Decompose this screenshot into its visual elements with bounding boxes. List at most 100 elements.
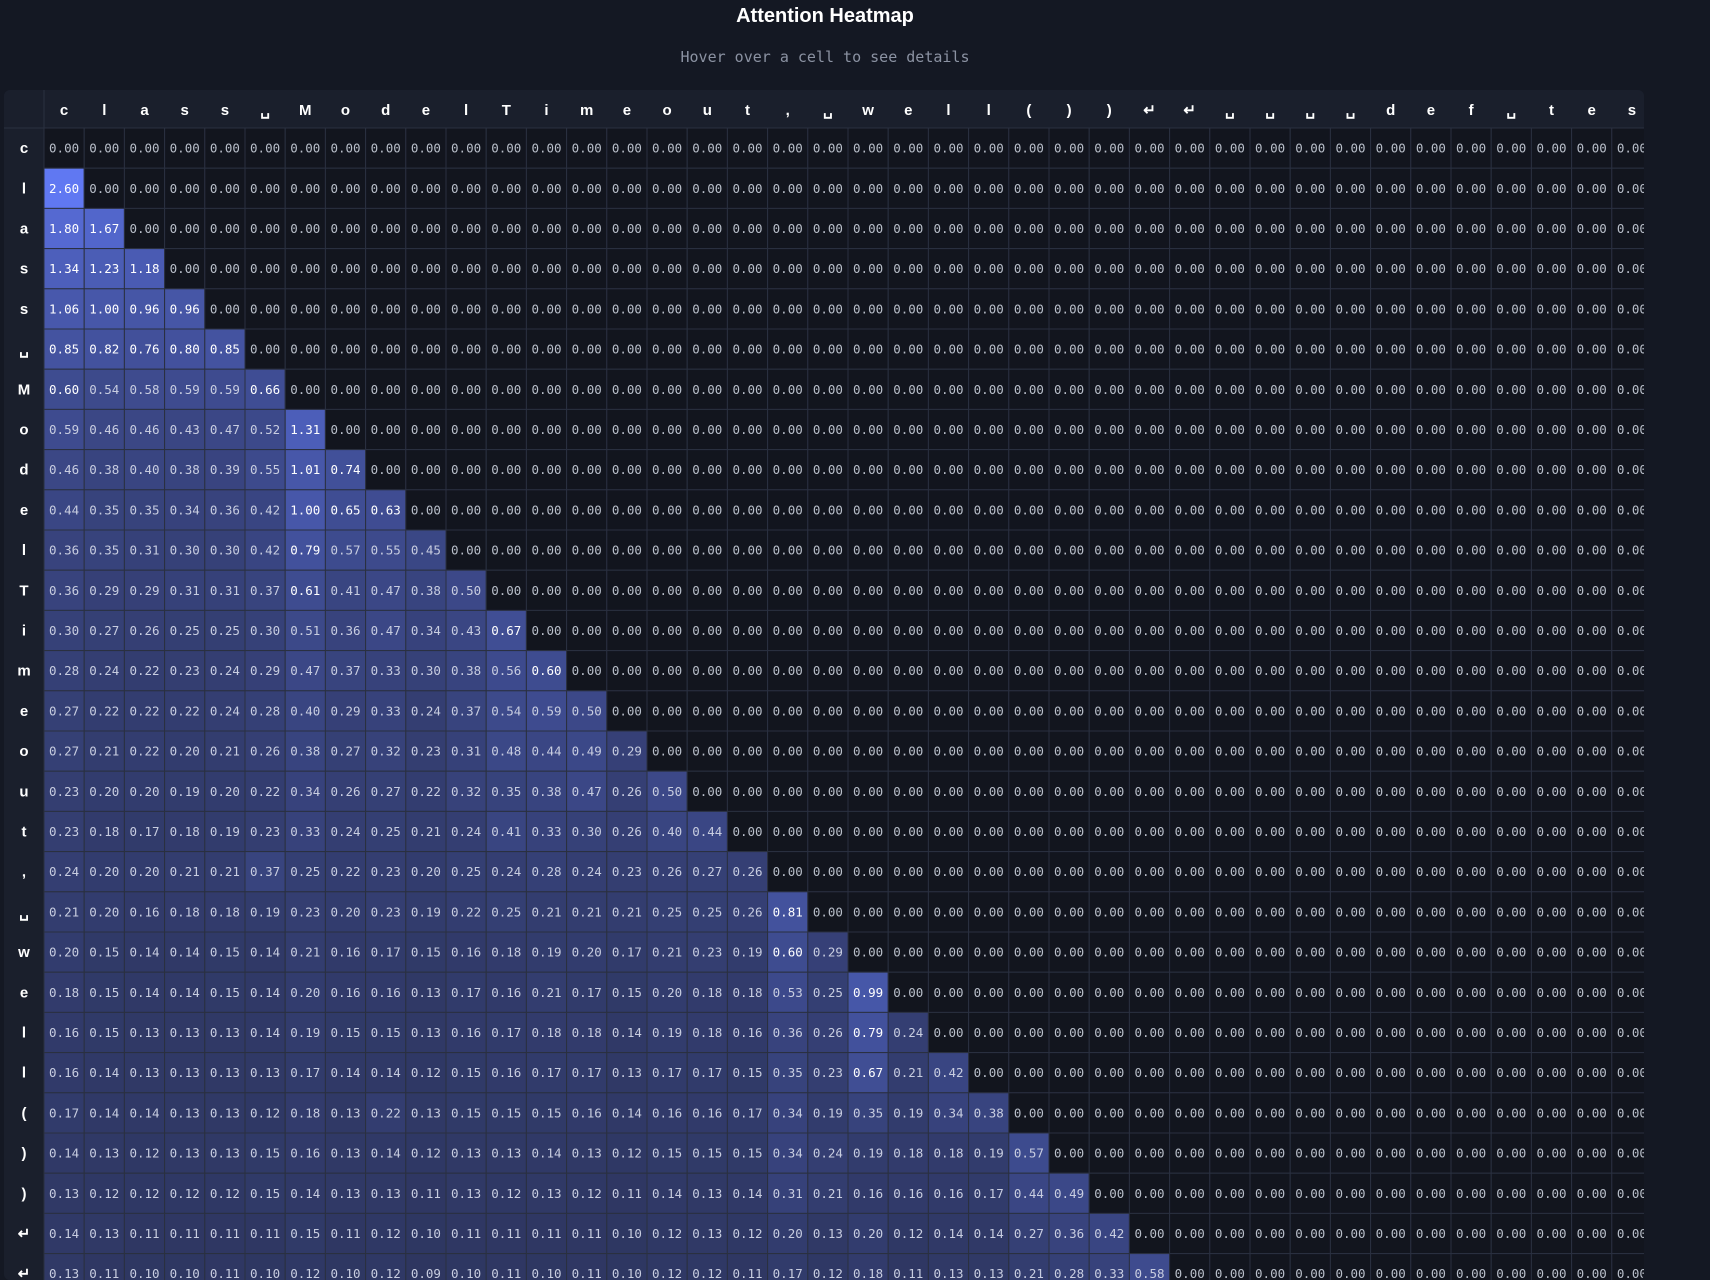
cell-value-label: 0.00	[1617, 985, 1644, 1000]
cell-value-label: 0.14	[732, 1186, 762, 1201]
cell-value-label: 0.00	[893, 985, 923, 1000]
cell-value-label: 0.15	[250, 1186, 280, 1201]
cell-value-label: 0.25	[451, 864, 481, 879]
cell-value-label: 0.00	[1295, 583, 1325, 598]
cell-value-label: 0.00	[933, 502, 963, 517]
cell-value-label: 0.14	[290, 1186, 320, 1201]
cell-value-label: 0.00	[1577, 1105, 1607, 1120]
cell-value-label: 0.00	[1175, 1146, 1205, 1161]
cell-value-label: 0.00	[732, 221, 762, 236]
cell-value-label: 0.00	[933, 663, 963, 678]
cell-value-label: 0.00	[1536, 985, 1566, 1000]
cell-value-label: 0.00	[1134, 422, 1164, 437]
cell-value-label: 0.21	[210, 744, 240, 759]
cell-value-label: 0.27	[330, 744, 360, 759]
cell-value-label: 0.00	[1175, 462, 1205, 477]
cell-value-label: 0.21	[572, 904, 602, 919]
cell-value-label: 0.00	[1335, 1266, 1365, 1280]
cell-value-label: 0.81	[773, 904, 803, 919]
cell-value-label: 0.00	[813, 462, 843, 477]
cell-value-label: 0.00	[371, 181, 401, 196]
cell-value-label: 0.00	[330, 221, 360, 236]
cell-value-label: 0.00	[89, 141, 119, 156]
cell-value-label: 0.00	[1577, 1266, 1607, 1280]
cell-value-label: 0.00	[1416, 1025, 1446, 1040]
cell-value-label: 0.22	[170, 703, 200, 718]
cell-value-label: 0.00	[1496, 703, 1526, 718]
cell-value-label: 0.00	[411, 502, 441, 517]
cell-value-label: 0.00	[1054, 623, 1084, 638]
cell-value-label: 0.00	[1536, 784, 1566, 799]
cell-value-label: 0.00	[1536, 462, 1566, 477]
cell-value-label: 0.00	[1094, 1105, 1124, 1120]
cell-value-label: 0.26	[612, 784, 642, 799]
cell-value-label: 0.00	[853, 864, 883, 879]
cell-value-label: 0.00	[1054, 1146, 1084, 1161]
cell-value-label: 0.38	[411, 583, 441, 598]
cell-value-label: 0.00	[572, 462, 602, 477]
cell-value-label: 0.00	[1094, 904, 1124, 919]
cell-value-label: 0.15	[371, 1025, 401, 1040]
column-label: l	[464, 102, 468, 119]
cell-value-label: 0.60	[49, 382, 79, 397]
cell-value-label: 0.26	[612, 824, 642, 839]
cell-value-label: 0.00	[1255, 502, 1285, 517]
cell-value-label: 0.15	[210, 945, 240, 960]
cell-value-label: 0.18	[853, 1266, 883, 1280]
cell-value-label: 0.00	[1376, 261, 1406, 276]
cell-value-label: 0.19	[893, 1105, 923, 1120]
column-label: l	[946, 102, 950, 119]
cell-value-label: 0.00	[692, 744, 722, 759]
cell-value-label: 0.00	[692, 382, 722, 397]
cell-value-label: 0.21	[652, 945, 682, 960]
cell-value-label: 0.00	[1295, 261, 1325, 276]
cell-value-label: 0.17	[974, 1186, 1004, 1201]
cell-value-label: 0.00	[1335, 502, 1365, 517]
cell-value-label: 0.00	[210, 261, 240, 276]
cell-value-label: 0.00	[1536, 1186, 1566, 1201]
cell-value-label: 0.00	[853, 301, 883, 316]
cell-value-label: 0.00	[1295, 1266, 1325, 1280]
cell-value-label: 0.00	[1376, 663, 1406, 678]
cell-value-label: 0.00	[1134, 543, 1164, 558]
cell-value-label: 0.00	[1617, 1146, 1644, 1161]
cell-value-label: 0.00	[1175, 824, 1205, 839]
cell-value-label: 0.00	[1054, 1065, 1084, 1080]
cell-value-label: 0.00	[1134, 342, 1164, 357]
cell-value-label: 0.00	[974, 1025, 1004, 1040]
cell-value-label: 0.00	[129, 141, 159, 156]
cell-value-label: 0.26	[129, 623, 159, 638]
cell-value-label: 0.42	[250, 502, 280, 517]
cell-value-label: 0.00	[1456, 583, 1486, 598]
cell-value-label: 0.00	[853, 703, 883, 718]
cell-value-label: 0.00	[1496, 945, 1526, 960]
cell-value-label: 0.00	[290, 301, 320, 316]
cell-value-label: 0.00	[974, 985, 1004, 1000]
cell-value-label: 0.50	[451, 583, 481, 598]
cell-value-label: 0.00	[1175, 342, 1205, 357]
row-label: )	[22, 1145, 27, 1162]
cell-value-label: 0.00	[1054, 864, 1084, 879]
cell-value-label: 0.80	[170, 342, 200, 357]
cell-value-label: 0.00	[1617, 703, 1644, 718]
cell-value-label: 0.00	[773, 623, 803, 638]
cell-value-label: 0.10	[531, 1266, 561, 1280]
row-label: m	[17, 663, 30, 680]
cell-value-label: 0.00	[1456, 1025, 1486, 1040]
cell-value-label: 0.00	[1496, 824, 1526, 839]
cell-value-label: 0.00	[1054, 703, 1084, 718]
cell-value-label: 0.21	[612, 904, 642, 919]
cell-value-label: 0.00	[1416, 502, 1446, 517]
cell-value-label: 0.00	[1094, 583, 1124, 598]
cell-value-label: 0.35	[89, 502, 119, 517]
cell-value-label: 0.15	[612, 985, 642, 1000]
cell-value-label: 0.35	[129, 502, 159, 517]
cell-value-label: 0.00	[1255, 543, 1285, 558]
cell-value-label: 0.00	[1536, 623, 1566, 638]
cell-value-label: 0.00	[1255, 583, 1285, 598]
cell-value-label: 0.00	[813, 623, 843, 638]
cell-value-label: 0.00	[974, 1065, 1004, 1080]
cell-value-label: 0.12	[371, 1226, 401, 1241]
cell-value-label: 0.00	[933, 583, 963, 598]
cell-value-label: 0.00	[1416, 904, 1446, 919]
